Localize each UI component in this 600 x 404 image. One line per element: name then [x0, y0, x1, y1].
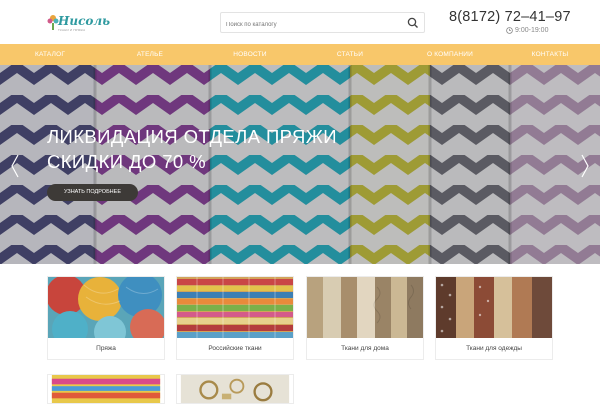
home-fabrics-image: [307, 277, 423, 338]
category-card-home-fabrics[interactable]: Ткани для дома: [306, 276, 424, 360]
nav-item-about[interactable]: О КОМПАНИИ: [400, 44, 500, 65]
clothing-fabrics-image: [436, 277, 552, 338]
search-input[interactable]: [221, 15, 401, 35]
clock-icon: [506, 27, 513, 34]
chevron-right-icon: [581, 154, 589, 178]
hero-slider: ЛИКВИДАЦИЯ ОТДЕЛА ПРЯЖИ СКИДКИ ДО 70 % У…: [0, 65, 600, 264]
phone-number[interactable]: 8(8172) 72–41–97: [449, 9, 571, 25]
nav-item-atelier[interactable]: АТЕЛЬЕ: [100, 44, 200, 65]
hero-title-line-2: СКИДКИ ДО 70 %: [47, 151, 207, 172]
russian-fabrics-image: [177, 277, 293, 338]
hero-title-line-1: ЛИКВИДАЦИЯ ОТДЕЛА ПРЯЖИ: [47, 126, 337, 147]
slider-next-button[interactable]: [580, 153, 590, 179]
header: Нисоль ТКАНИ И ПРЯЖА 8(8172) 72–41–97 9:…: [0, 0, 600, 44]
category-label: Ткани для одежды: [466, 345, 522, 352]
category-card-russian-fabrics[interactable]: Российские ткани: [176, 276, 294, 360]
opening-hours: 9:00-19:00: [506, 27, 548, 34]
category-card-yarn[interactable]: Пряжа: [47, 276, 165, 360]
search-box: [220, 12, 425, 35]
hero-title: ЛИКВИДАЦИЯ ОТДЕЛА ПРЯЖИ СКИДКИ ДО 70 %: [47, 124, 337, 174]
logo-text: Нисоль: [58, 14, 111, 28]
logo[interactable]: Нисоль ТКАНИ И ПРЯЖА: [47, 12, 110, 34]
nav-item-catalog[interactable]: КАТАЛОГ: [0, 44, 100, 65]
chevron-left-icon: [11, 154, 19, 178]
nav-item-news[interactable]: НОВОСТИ: [200, 44, 300, 65]
yarn-image: [48, 277, 164, 338]
accessories-image: [180, 375, 290, 403]
category-card-clothing-fabrics[interactable]: Ткани для одежды: [435, 276, 553, 360]
zippers-image: [51, 375, 161, 403]
category-label: Ткани для дома: [341, 345, 389, 352]
category-label: Российские ткани: [208, 345, 262, 352]
nav-item-contacts[interactable]: КОНТАКТЫ: [500, 44, 600, 65]
learn-more-button[interactable]: УЗНАТЬ ПОДРОБНЕЕ: [47, 184, 138, 201]
opening-hours-text: 9:00-19:00: [515, 27, 549, 34]
slider-prev-button[interactable]: [10, 153, 20, 179]
search-icon: [407, 17, 418, 28]
category-label: Пряжа: [96, 345, 116, 352]
main-nav: КАТАЛОГ АТЕЛЬЕ НОВОСТИ СТАТЬИ О КОМПАНИИ…: [0, 44, 600, 65]
logo-subtitle: ТКАНИ И ПРЯЖА: [58, 28, 86, 32]
search-button[interactable]: [406, 16, 420, 30]
nav-item-articles[interactable]: СТАТЬИ: [300, 44, 400, 65]
